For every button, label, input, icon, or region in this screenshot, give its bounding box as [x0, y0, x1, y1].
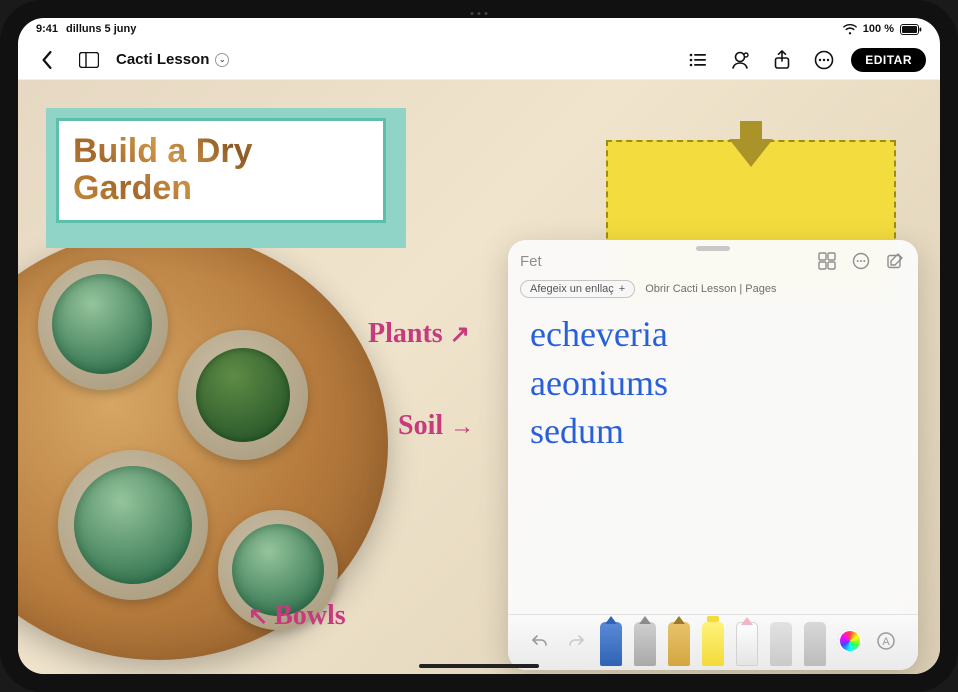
redo-icon[interactable] [564, 629, 588, 653]
svg-text:A: A [882, 636, 890, 648]
screen: 9:41 dilluns 5 juny 100 % Ca [18, 18, 940, 674]
lasso-tool[interactable] [770, 622, 792, 666]
undo-icon[interactable] [528, 629, 552, 653]
highlighter-tool[interactable] [702, 622, 724, 666]
quick-note-panel[interactable]: Fet Afegeix un [508, 240, 918, 670]
marker-tool[interactable] [634, 622, 656, 666]
collaborate-icon[interactable] [725, 45, 755, 75]
note-body[interactable]: echeveria aeoniums sedum [508, 306, 918, 614]
outline-icon[interactable] [683, 45, 713, 75]
edit-button-label: EDITAR [865, 53, 912, 67]
status-time: 9:41 [36, 23, 58, 35]
arrow-icon: → [450, 414, 474, 440]
plant-pot [38, 260, 168, 390]
document-title-text: Cacti Lesson [116, 51, 209, 68]
note-line: sedum [530, 407, 896, 456]
done-button[interactable]: Fet [520, 253, 542, 270]
arrow-icon: ↖ [248, 604, 274, 630]
open-source-link[interactable]: Obrir Cacti Lesson | Pages [645, 283, 776, 295]
app-toolbar: Cacti Lesson ⌄ EDITAR [18, 40, 940, 80]
color-picker[interactable] [838, 629, 862, 653]
arrow-down-icon [729, 154, 773, 167]
battery-icon [900, 24, 922, 35]
plant-pot [58, 450, 208, 600]
note-more-icon[interactable] [850, 250, 872, 272]
back-button[interactable] [32, 45, 62, 75]
note-link-bar: Afegeix un enllaç + Obrir Cacti Lesson |… [508, 276, 918, 306]
compose-icon[interactable] [884, 250, 906, 272]
document-canvas[interactable]: Build a Dry Garden Plants ↗ Soil → ↖ [18, 80, 940, 674]
succulent [74, 466, 192, 584]
edit-button[interactable]: EDITAR [851, 48, 926, 72]
add-tool-icon[interactable]: A [874, 629, 898, 653]
chevron-down-icon: ⌄ [215, 53, 229, 67]
annotation-label: Bowls [274, 600, 346, 631]
eraser-tool[interactable] [736, 622, 758, 666]
plus-icon: + [619, 283, 625, 295]
annotation-label: Soil [398, 410, 443, 441]
document-title[interactable]: Cacti Lesson ⌄ [116, 51, 229, 68]
arrow-icon: ↗ [450, 322, 470, 348]
sidebar-toggle-icon[interactable] [74, 45, 104, 75]
add-link-button[interactable]: Afegeix un enllaç + [520, 280, 635, 298]
annotation-plants: Plants ↗ [368, 318, 470, 350]
headline-text: Build a Dry Garden [73, 133, 369, 208]
pen-tool[interactable] [600, 622, 622, 666]
share-icon[interactable] [767, 45, 797, 75]
device-dots [471, 12, 488, 15]
note-line: echeveria [530, 310, 896, 359]
note-header: Fet [508, 240, 918, 276]
succulent [52, 274, 152, 374]
more-icon[interactable] [809, 45, 839, 75]
status-bar: 9:41 dilluns 5 juny 100 % [18, 18, 940, 40]
annotation-bowls: ↖ Bowls [248, 600, 346, 632]
ipad-frame: 9:41 dilluns 5 juny 100 % Ca [0, 0, 958, 692]
annotation-soil: Soil → [398, 410, 474, 442]
pencil-tool[interactable] [668, 622, 690, 666]
title-card: Build a Dry Garden [46, 108, 406, 248]
wifi-icon [843, 24, 857, 35]
gallery-icon[interactable] [816, 250, 838, 272]
cactus [196, 348, 290, 442]
plant-pot [178, 330, 308, 460]
add-link-label: Afegeix un enllaç [530, 283, 614, 295]
ruler-tool[interactable] [804, 622, 826, 666]
annotation-label: Plants [368, 318, 443, 349]
battery-percent: 100 % [863, 23, 894, 35]
status-date: dilluns 5 juny [66, 23, 136, 35]
home-indicator[interactable] [419, 664, 539, 668]
note-line: aeoniums [530, 359, 896, 408]
markup-tool-tray: A [508, 614, 918, 670]
